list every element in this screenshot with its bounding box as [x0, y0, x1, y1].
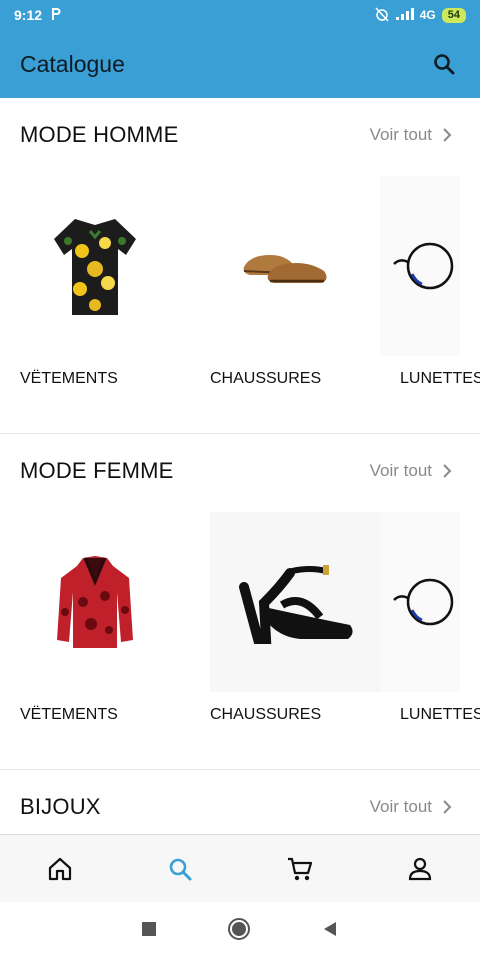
- category-card-lunettes[interactable]: LUNETTES: [380, 172, 480, 422]
- profile-icon: [408, 857, 432, 880]
- see-all-link[interactable]: Voir tout: [370, 125, 460, 145]
- home-icon: [48, 857, 72, 880]
- circle-icon: [228, 917, 250, 940]
- back-button[interactable]: [321, 920, 339, 943]
- recent-apps-button[interactable]: [141, 921, 157, 942]
- section-mode-femme: MODE FEMME Voir tout VËTEMENTS CHAUSSURE…: [0, 434, 480, 770]
- cart-icon: [288, 857, 313, 880]
- category-label: LUNETTES: [400, 706, 480, 723]
- page-title: Catalogue: [20, 50, 125, 77]
- category-card-vetements[interactable]: VËTEMENTS: [0, 508, 190, 758]
- category-label: VËTEMENTS: [20, 706, 118, 723]
- chevron-right-icon: [443, 800, 452, 814]
- battery-indicator: 54: [441, 7, 466, 23]
- section-header: MODE HOMME Voir tout: [0, 98, 480, 172]
- status-time: 9:12: [14, 7, 43, 23]
- category-label: LUNETTES: [400, 370, 480, 387]
- back-triangle-icon: [324, 921, 336, 936]
- search-button[interactable]: [428, 48, 460, 80]
- jacket-image: [0, 512, 190, 692]
- category-card-lunettes[interactable]: LUNETTES: [380, 508, 480, 758]
- category-label: VËTEMENTS: [20, 370, 118, 387]
- chevron-right-icon: [443, 464, 452, 478]
- search-icon: [169, 858, 192, 880]
- section-header: MODE FEMME Voir tout: [0, 434, 480, 508]
- sandal-image: [210, 512, 380, 692]
- see-all-link[interactable]: Voir tout: [370, 797, 460, 817]
- app-bar: Catalogue: [0, 30, 480, 98]
- see-all-link[interactable]: Voir tout: [370, 461, 460, 481]
- section-mode-homme: MODE HOMME Voir tout VËTEMENTS CHAUSSURE…: [0, 98, 480, 434]
- section-header: BIJOUX Voir tout: [0, 770, 480, 834]
- section-title: BIJOUX: [20, 794, 101, 819]
- category-row[interactable]: VËTEMENTS CHAUSSURES LUNETTES: [0, 508, 480, 758]
- status-bar: 9:12 4G 54: [0, 0, 480, 30]
- glasses-image: [380, 512, 460, 692]
- glasses-image: [380, 176, 460, 356]
- nav-profile[interactable]: [360, 835, 480, 902]
- category-label: CHAUSSURES: [210, 370, 322, 387]
- network-type: 4G: [419, 8, 436, 22]
- shirt-image: [0, 176, 190, 356]
- category-label: CHAUSSURES: [210, 706, 322, 723]
- nav-home[interactable]: [0, 835, 120, 902]
- section-title: MODE HOMME: [20, 122, 179, 147]
- category-card-chaussures[interactable]: CHAUSSURES: [190, 172, 380, 422]
- search-icon: [434, 54, 455, 75]
- see-all-label: Voir tout: [369, 125, 432, 144]
- chevron-right-icon: [443, 128, 452, 142]
- section-title: MODE FEMME: [20, 458, 174, 483]
- category-card-chaussures[interactable]: CHAUSSURES: [190, 508, 380, 758]
- see-all-label: Voir tout: [369, 797, 432, 816]
- category-card-vetements[interactable]: VËTEMENTS: [0, 172, 190, 422]
- signal-icon: [395, 7, 414, 23]
- p-icon: [50, 7, 62, 24]
- system-navigation: [0, 902, 480, 960]
- bottom-navigation: [0, 834, 480, 902]
- category-row[interactable]: VËTEMENTS CHAUSSURES LUNETTES: [0, 172, 480, 422]
- home-system-button[interactable]: [227, 917, 251, 946]
- shoes-image: [190, 176, 380, 356]
- nav-search[interactable]: [120, 835, 240, 902]
- alarm-off-icon: [374, 6, 390, 25]
- see-all-label: Voir tout: [369, 461, 432, 480]
- section-bijoux: BIJOUX Voir tout: [0, 770, 480, 834]
- nav-cart[interactable]: [240, 835, 360, 902]
- square-icon: [142, 921, 156, 936]
- catalogue-content[interactable]: MODE HOMME Voir tout VËTEMENTS CHAUSSURE…: [0, 98, 480, 834]
